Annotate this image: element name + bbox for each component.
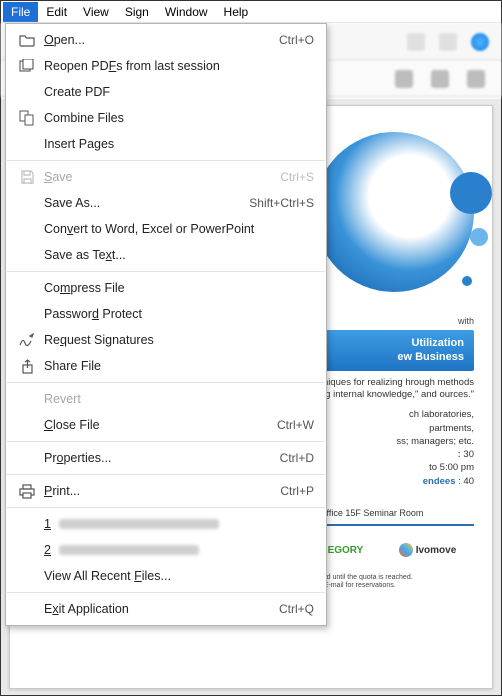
- combine-icon: [16, 110, 38, 126]
- menu-edit[interactable]: Edit: [38, 2, 75, 22]
- sponsor-3: Ivomove: [399, 543, 457, 557]
- menu-window[interactable]: Window: [157, 2, 216, 22]
- blur-filename-1: [59, 519, 219, 529]
- menu-item-close-file[interactable]: Close File Ctrl+W: [6, 412, 326, 438]
- menu-item-insert-pages[interactable]: Insert Pages: [6, 131, 326, 157]
- item-label: Request Signatures: [38, 333, 314, 347]
- shortcut: Ctrl+O: [279, 33, 314, 47]
- menu-item-print[interactable]: Print... Ctrl+P: [6, 478, 326, 504]
- menu-item-request-signatures[interactable]: Request Signatures: [6, 327, 326, 353]
- item-label: Save: [38, 170, 280, 184]
- shortcut: Shift+Ctrl+S: [249, 196, 314, 210]
- item-label: Properties...: [16, 451, 280, 465]
- item-label: Convert to Word, Excel or PowerPoint: [16, 222, 314, 236]
- bell-icon[interactable]: [439, 33, 457, 51]
- print-icon: [16, 484, 38, 499]
- menu-file[interactable]: File: [3, 2, 38, 22]
- item-label: Share File: [38, 359, 314, 373]
- menu-help[interactable]: Help: [216, 2, 257, 22]
- item-label: Exit Application: [16, 602, 279, 616]
- menu-item-recent-1[interactable]: 1: [6, 511, 326, 537]
- item-label: 1: [16, 517, 314, 531]
- blur-filename-2: [59, 545, 199, 555]
- menu-sign[interactable]: Sign: [117, 2, 157, 22]
- item-label: Save as Text...: [16, 248, 314, 262]
- bubble-graphic: [314, 132, 474, 292]
- item-label: Save As...: [16, 196, 249, 210]
- save-icon: [16, 170, 38, 185]
- shortcut: Ctrl+Q: [279, 602, 314, 616]
- shortcut: Ctrl+S: [280, 170, 314, 184]
- item-label: Reopen PDFs from last session: [38, 59, 314, 73]
- item-label: Password Protect: [16, 307, 314, 321]
- item-label: Compress File: [16, 281, 314, 295]
- shortcut: Ctrl+D: [280, 451, 314, 465]
- menu-view[interactable]: View: [75, 2, 117, 22]
- shortcut: Ctrl+P: [280, 484, 314, 498]
- menu-item-revert: Revert: [6, 386, 326, 412]
- separator: [7, 592, 325, 593]
- menu-item-compress[interactable]: Compress File: [6, 275, 326, 301]
- menu-item-recent-2[interactable]: 2: [6, 537, 326, 563]
- menu-item-properties[interactable]: Properties... Ctrl+D: [6, 445, 326, 471]
- menu-item-exit[interactable]: Exit Application Ctrl+Q: [6, 596, 326, 622]
- separator: [7, 507, 325, 508]
- item-label: Create PDF: [16, 85, 314, 99]
- sponsor-3-icon: [399, 543, 413, 557]
- menubar: File Edit View Sign Window Help: [1, 1, 501, 23]
- item-label: Insert Pages: [16, 137, 314, 151]
- item-label: View All Recent Files...: [16, 569, 314, 583]
- item-label: Revert: [16, 392, 314, 406]
- item-label: Combine Files: [38, 111, 314, 125]
- reopen-icon: [16, 59, 38, 73]
- signature-icon: [16, 333, 38, 347]
- sec-icon-2[interactable]: [431, 70, 449, 88]
- separator: [7, 271, 325, 272]
- item-label: 2: [16, 543, 314, 557]
- share-icon: [16, 359, 38, 374]
- separator: [7, 382, 325, 383]
- account-icon[interactable]: [471, 33, 489, 51]
- item-label: Open...: [38, 33, 279, 47]
- menu-item-open[interactable]: Open... Ctrl+O: [6, 27, 326, 53]
- file-menu-dropdown: Open... Ctrl+O Reopen PDFs from last ses…: [5, 23, 327, 626]
- menu-item-save: Save Ctrl+S: [6, 164, 326, 190]
- menu-item-view-all-recent[interactable]: View All Recent Files...: [6, 563, 326, 589]
- menu-item-convert[interactable]: Convert to Word, Excel or PowerPoint: [6, 216, 326, 242]
- separator: [7, 474, 325, 475]
- folder-open-icon: [16, 33, 38, 47]
- separator: [7, 441, 325, 442]
- menu-item-save-as[interactable]: Save As... Shift+Ctrl+S: [6, 190, 326, 216]
- sec-icon-1[interactable]: [395, 70, 413, 88]
- menu-item-reopen[interactable]: Reopen PDFs from last session: [6, 53, 326, 79]
- menu-item-create-pdf[interactable]: Create PDF: [6, 79, 326, 105]
- menu-item-combine[interactable]: Combine Files: [6, 105, 326, 131]
- menu-item-share-file[interactable]: Share File: [6, 353, 326, 379]
- toolbar-icon-1[interactable]: [407, 33, 425, 51]
- separator: [7, 160, 325, 161]
- menu-item-password-protect[interactable]: Password Protect: [6, 301, 326, 327]
- item-label: Print...: [38, 484, 280, 498]
- sec-icon-3[interactable]: [467, 70, 485, 88]
- item-label: Close File: [16, 418, 277, 432]
- shortcut: Ctrl+W: [277, 418, 314, 432]
- menu-item-save-as-text[interactable]: Save as Text...: [6, 242, 326, 268]
